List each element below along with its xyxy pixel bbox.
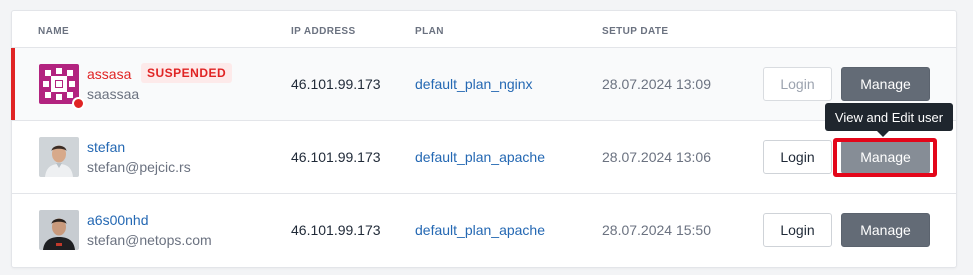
- plan-link[interactable]: default_plan_nginx: [415, 76, 533, 92]
- username-link[interactable]: a6s00nhd: [87, 212, 149, 228]
- header-setup-date: SETUP DATE: [602, 26, 669, 37]
- setup-date: 28.07.2024 13:06: [602, 149, 711, 165]
- highlight-box: [833, 138, 937, 177]
- login-button[interactable]: Login: [763, 67, 832, 101]
- login-button[interactable]: Login: [763, 140, 832, 174]
- setup-date: 28.07.2024 13:09: [602, 76, 711, 92]
- table-row: stefan stefan@pejcic.rs 46.101.99.173 de…: [12, 120, 956, 193]
- ip-address: 46.101.99.173: [291, 222, 381, 238]
- table-header: NAME IP ADDRESS PLAN SETUP DATE: [12, 11, 956, 47]
- user-email: stefan@netops.com: [87, 232, 212, 248]
- login-button[interactable]: Login: [763, 213, 832, 247]
- tooltip-arrow-icon: [877, 131, 889, 137]
- ip-address: 46.101.99.173: [291, 149, 381, 165]
- setup-date: 28.07.2024 15:50: [602, 222, 711, 238]
- users-table: NAME IP ADDRESS PLAN SETUP DATE assasa S…: [11, 10, 957, 268]
- header-ip: IP ADDRESS: [291, 26, 356, 37]
- plan-link[interactable]: default_plan_apache: [415, 222, 545, 238]
- manage-tooltip: View and Edit user: [825, 103, 953, 131]
- manage-button[interactable]: Manage: [841, 213, 930, 247]
- header-plan: PLAN: [415, 26, 444, 37]
- avatar: [39, 137, 79, 177]
- header-name: NAME: [38, 26, 70, 37]
- user-email: saassaa: [87, 86, 140, 102]
- plan-link[interactable]: default_plan_apache: [415, 149, 545, 165]
- manage-button[interactable]: Manage: [841, 67, 930, 101]
- user-photo-icon: [39, 210, 79, 250]
- status-badge: SUSPENDED: [141, 63, 233, 83]
- status-dot-icon: [72, 97, 85, 110]
- suspended-indicator: [11, 48, 15, 120]
- user-photo-icon: [39, 137, 79, 177]
- avatar: [39, 210, 79, 250]
- table-row: a6s00nhd stefan@netops.com 46.101.99.173…: [12, 193, 956, 266]
- username-link[interactable]: assasa: [87, 66, 131, 82]
- table-row: assasa SUSPENDED saassaa 46.101.99.173 d…: [11, 47, 956, 120]
- ip-address: 46.101.99.173: [291, 76, 381, 92]
- username-link[interactable]: stefan: [87, 139, 125, 155]
- user-email: stefan@pejcic.rs: [87, 159, 191, 175]
